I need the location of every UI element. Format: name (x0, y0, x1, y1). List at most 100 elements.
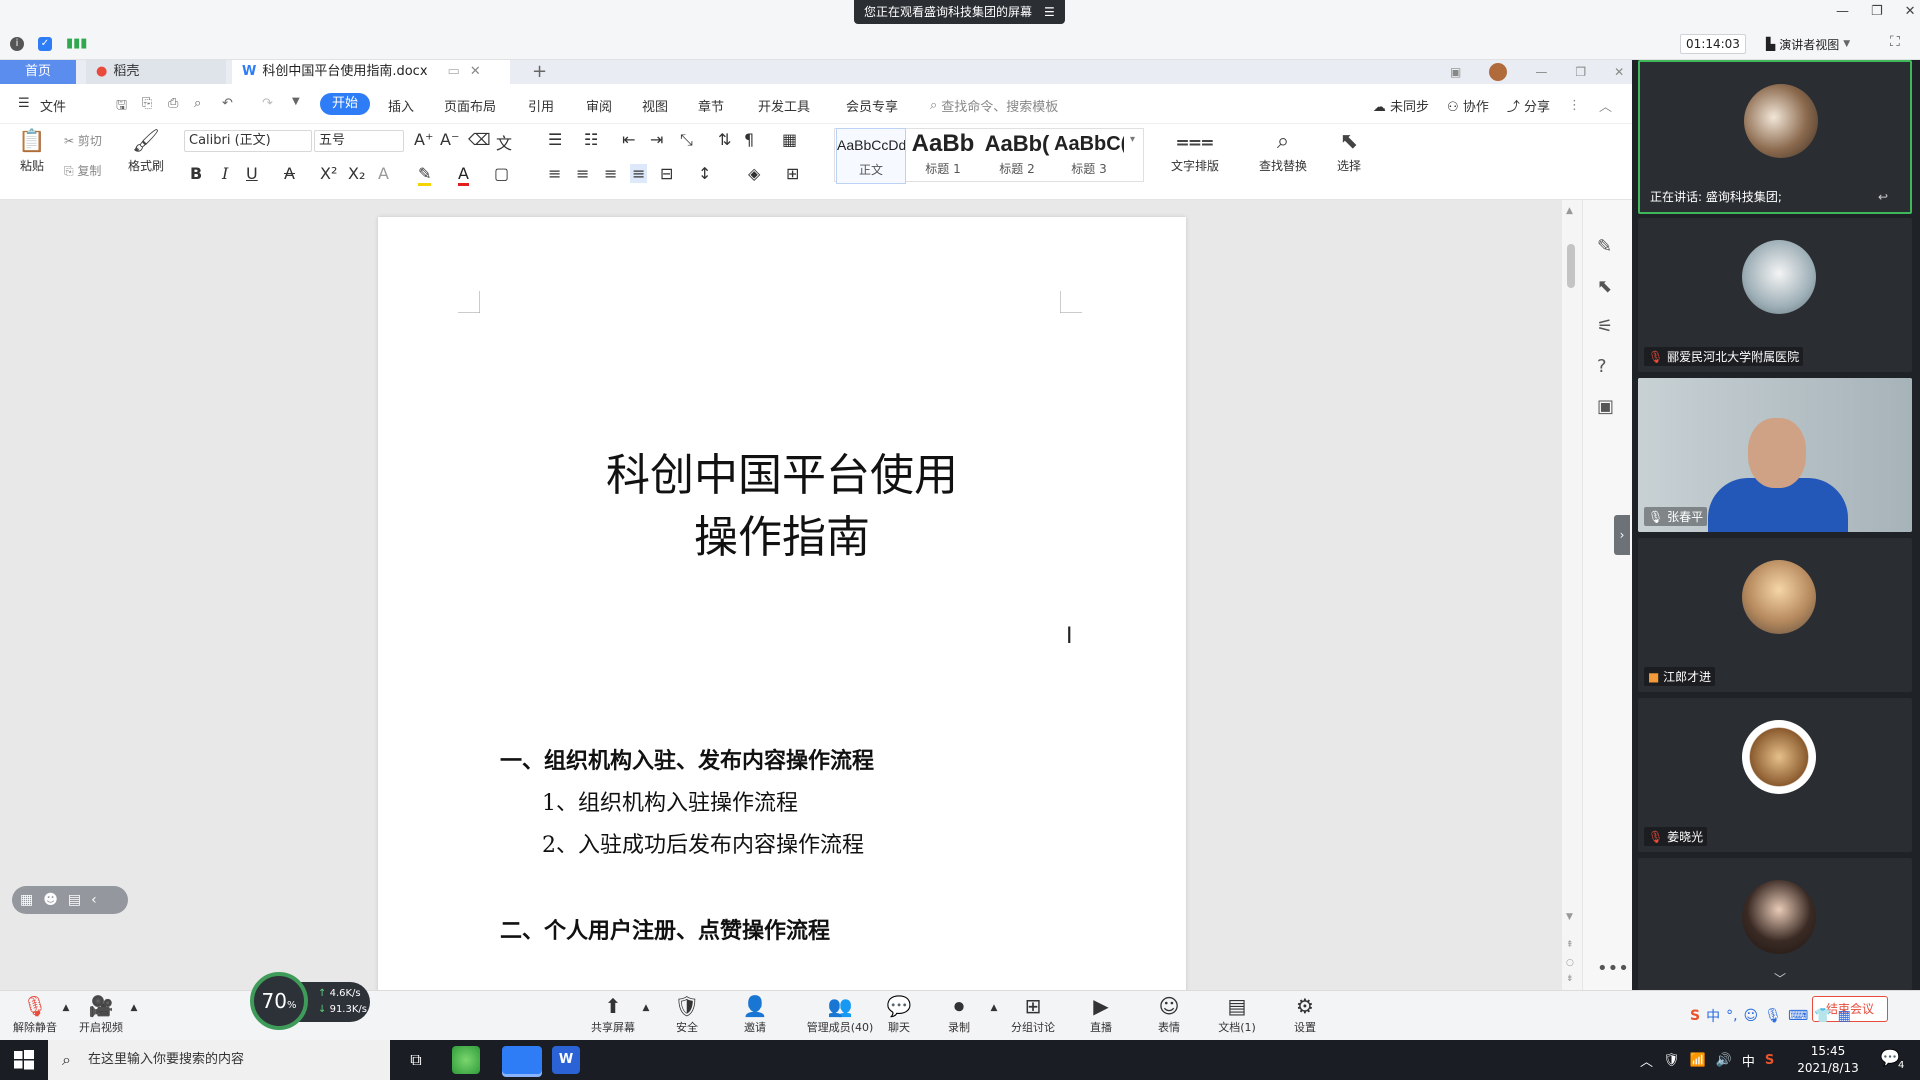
cut-button[interactable]: ✂ 剪切 (64, 132, 102, 149)
table-tools-icon[interactable]: ▦ (782, 130, 797, 149)
pointer-icon[interactable]: ⬉ (1597, 276, 1612, 297)
wps-writer-icon[interactable]: W (552, 1046, 580, 1074)
highlight-icon[interactable]: ✎ (418, 164, 432, 186)
prev-page-icon[interactable]: ⇞ (1566, 940, 1574, 950)
styles-more-icon[interactable]: ▾ (1130, 134, 1135, 145)
paste-button[interactable]: 📋 粘贴 (12, 130, 52, 174)
redo-icon[interactable]: ↷ (262, 96, 273, 111)
share-banner[interactable]: 您正在观看盛询科技集团的屏幕 ☰ (854, 0, 1065, 24)
ime-keyboard-icon[interactable]: ⌨ (1788, 1008, 1808, 1024)
info-icon[interactable]: i (10, 36, 24, 51)
export-icon[interactable]: ⎘ (142, 96, 152, 111)
tab-daoke[interactable]: ● 稻壳 (86, 60, 226, 84)
video-options-icon[interactable]: ▲ (124, 1003, 144, 1013)
command-search[interactable]: ⌕ 查找命令、搜索模板 (930, 96, 1058, 115)
document-page[interactable]: 科创中国平台使用 操作指南 一、组织机构入驻、发布内容操作流程 1、组织机构入驻… (378, 217, 1186, 997)
network-speed-widget[interactable]: ↑ 4.6K/s ↓ 91.3K/s 70% (250, 972, 370, 1030)
print-preview-icon[interactable]: ⌕ (194, 96, 201, 111)
print-icon[interactable]: ⎙ (168, 96, 178, 111)
adjust-icon[interactable]: ⚟ (1597, 316, 1613, 337)
taskbar-clock[interactable]: 15:45 2021/8/13 (1788, 1043, 1868, 1077)
workspace-icon[interactable]: ▣ (1450, 65, 1461, 79)
borders-icon[interactable]: ⊞ (786, 164, 799, 183)
menu-insert[interactable]: 插入 (388, 96, 414, 115)
wps-maximize-icon[interactable]: ❐ (1575, 65, 1586, 79)
chinese-layout-icon[interactable]: ⤡ (680, 130, 693, 150)
panel-collapse-handle[interactable]: › (1614, 515, 1630, 555)
menu-review[interactable]: 审阅 (586, 96, 612, 115)
share-screen-button[interactable]: ⬆ 共享屏幕 (578, 993, 648, 1035)
signal-icon[interactable]: ▮▮▮ (66, 36, 87, 51)
pin-icon[interactable]: ▭ (448, 60, 460, 84)
decrease-indent-icon[interactable]: ⇤ (622, 130, 635, 149)
unmute-button[interactable]: 🎙 解除静音 (0, 993, 70, 1035)
bullet-list-icon[interactable]: ☰ (548, 130, 562, 149)
find-replace-button[interactable]: ⌕ 查找替换 (1248, 130, 1318, 174)
scroll-down-chevron-icon[interactable]: ﹀ (1774, 970, 1786, 987)
sogou-icon[interactable]: S (1690, 1008, 1700, 1024)
shield-icon[interactable]: ✓ (38, 36, 52, 51)
distributed-icon[interactable]: ⊟ (660, 164, 673, 183)
grow-font-icon[interactable]: A⁺ (414, 130, 433, 149)
bold-icon[interactable]: B (190, 164, 202, 183)
scroll-down-icon[interactable]: ▼ (1566, 912, 1573, 922)
copy-button[interactable]: ⎘ 复制 (64, 162, 101, 179)
char-border-icon[interactable]: ▢ (494, 164, 509, 183)
next-page-icon[interactable]: ⇟ (1566, 974, 1574, 984)
numbered-list-icon[interactable]: ☷ (584, 130, 598, 149)
sync-status[interactable]: ☁ 未同步 (1373, 96, 1429, 115)
font-size-select[interactable]: 五号 (314, 130, 404, 152)
invite-button[interactable]: 👤 邀请 (720, 993, 790, 1035)
start-video-button[interactable]: 🎥 开启视频 (66, 993, 136, 1035)
clear-format-icon[interactable]: ⌫ (468, 130, 491, 149)
subscript-icon[interactable]: X₂ (348, 164, 365, 183)
paragraph-mark-icon[interactable]: ¶ (744, 130, 754, 149)
meeting-app-icon[interactable] (502, 1046, 542, 1074)
wps-minimize-icon[interactable]: — (1535, 65, 1547, 79)
italic-icon[interactable]: I (222, 164, 228, 183)
format-painter-button[interactable]: 🖌 格式刷 (124, 130, 168, 174)
security-button[interactable]: 🛡 安全 (652, 993, 722, 1035)
wifi-icon[interactable]: 📶 (1690, 1053, 1706, 1068)
task-view-icon[interactable]: ⧉ (402, 1046, 430, 1074)
align-right-icon[interactable]: ≡ (604, 164, 617, 183)
help-icon[interactable]: ? (1597, 356, 1607, 377)
collaborate-button[interactable]: ⚇ 协作 (1447, 96, 1489, 115)
phonetic-icon[interactable]: 文 (496, 130, 512, 154)
live-button[interactable]: ▶ 直播 (1066, 993, 1136, 1035)
tray-expand-icon[interactable]: ︿ (1640, 1051, 1653, 1070)
browser-icon[interactable] (452, 1046, 480, 1074)
justify-icon[interactable]: ≡ (630, 164, 648, 183)
superscript-icon[interactable]: X² (320, 164, 337, 183)
user-avatar[interactable] (1489, 63, 1508, 81)
documents-button[interactable]: ▤ 文档(1) (1202, 993, 1272, 1035)
ime-emoji-icon[interactable]: ☺ (1744, 1008, 1759, 1024)
menu-chapter[interactable]: 章节 (698, 96, 724, 115)
participant-tile[interactable]: 🎙 姜晓光 (1638, 698, 1912, 852)
fullscreen-icon[interactable]: ⛶ (1890, 34, 1900, 50)
new-tab-button[interactable]: + (522, 60, 557, 84)
share-button[interactable]: ⤴ 分享 (1507, 96, 1550, 115)
windows-start-icon[interactable] (14, 1050, 34, 1070)
image-icon[interactable]: ▣ (1597, 396, 1614, 417)
hamburger-icon[interactable]: ☰ (18, 96, 30, 111)
underline-icon[interactable]: U (246, 164, 258, 183)
select-browse-icon[interactable]: ○ (1566, 958, 1574, 968)
menu-page-layout[interactable]: 页面布局 (444, 96, 496, 115)
text-effect-icon[interactable]: A (378, 164, 389, 183)
save-icon[interactable]: 🖫 (116, 96, 127, 118)
menu-view[interactable]: 视图 (642, 96, 668, 115)
menu-member[interactable]: 会员专享 (846, 96, 898, 115)
breakout-button[interactable]: ⊞ 分组讨论 (998, 993, 1068, 1035)
notification-icon[interactable]: 💬 (1880, 1048, 1900, 1067)
tray-shield-icon[interactable]: 🛡 (1663, 1053, 1680, 1068)
settings-button[interactable]: ⚙ 设置 (1270, 993, 1340, 1035)
align-left-icon[interactable]: ≡ (548, 164, 561, 183)
quick-access-dropdown-icon[interactable]: ▼ (292, 96, 300, 107)
ime-skin-icon[interactable]: 👕 (1814, 1008, 1831, 1024)
style-normal[interactable]: AaBbCcDd 正文 (836, 128, 906, 184)
tab-close-icon[interactable]: ✕ (470, 60, 481, 84)
taskbar-search[interactable]: ⌕ 在这里输入你要搜索的内容 (48, 1040, 390, 1080)
record-button[interactable]: ⏺ 录制 (924, 993, 994, 1035)
reply-icon[interactable]: ↩ (1878, 190, 1888, 204)
